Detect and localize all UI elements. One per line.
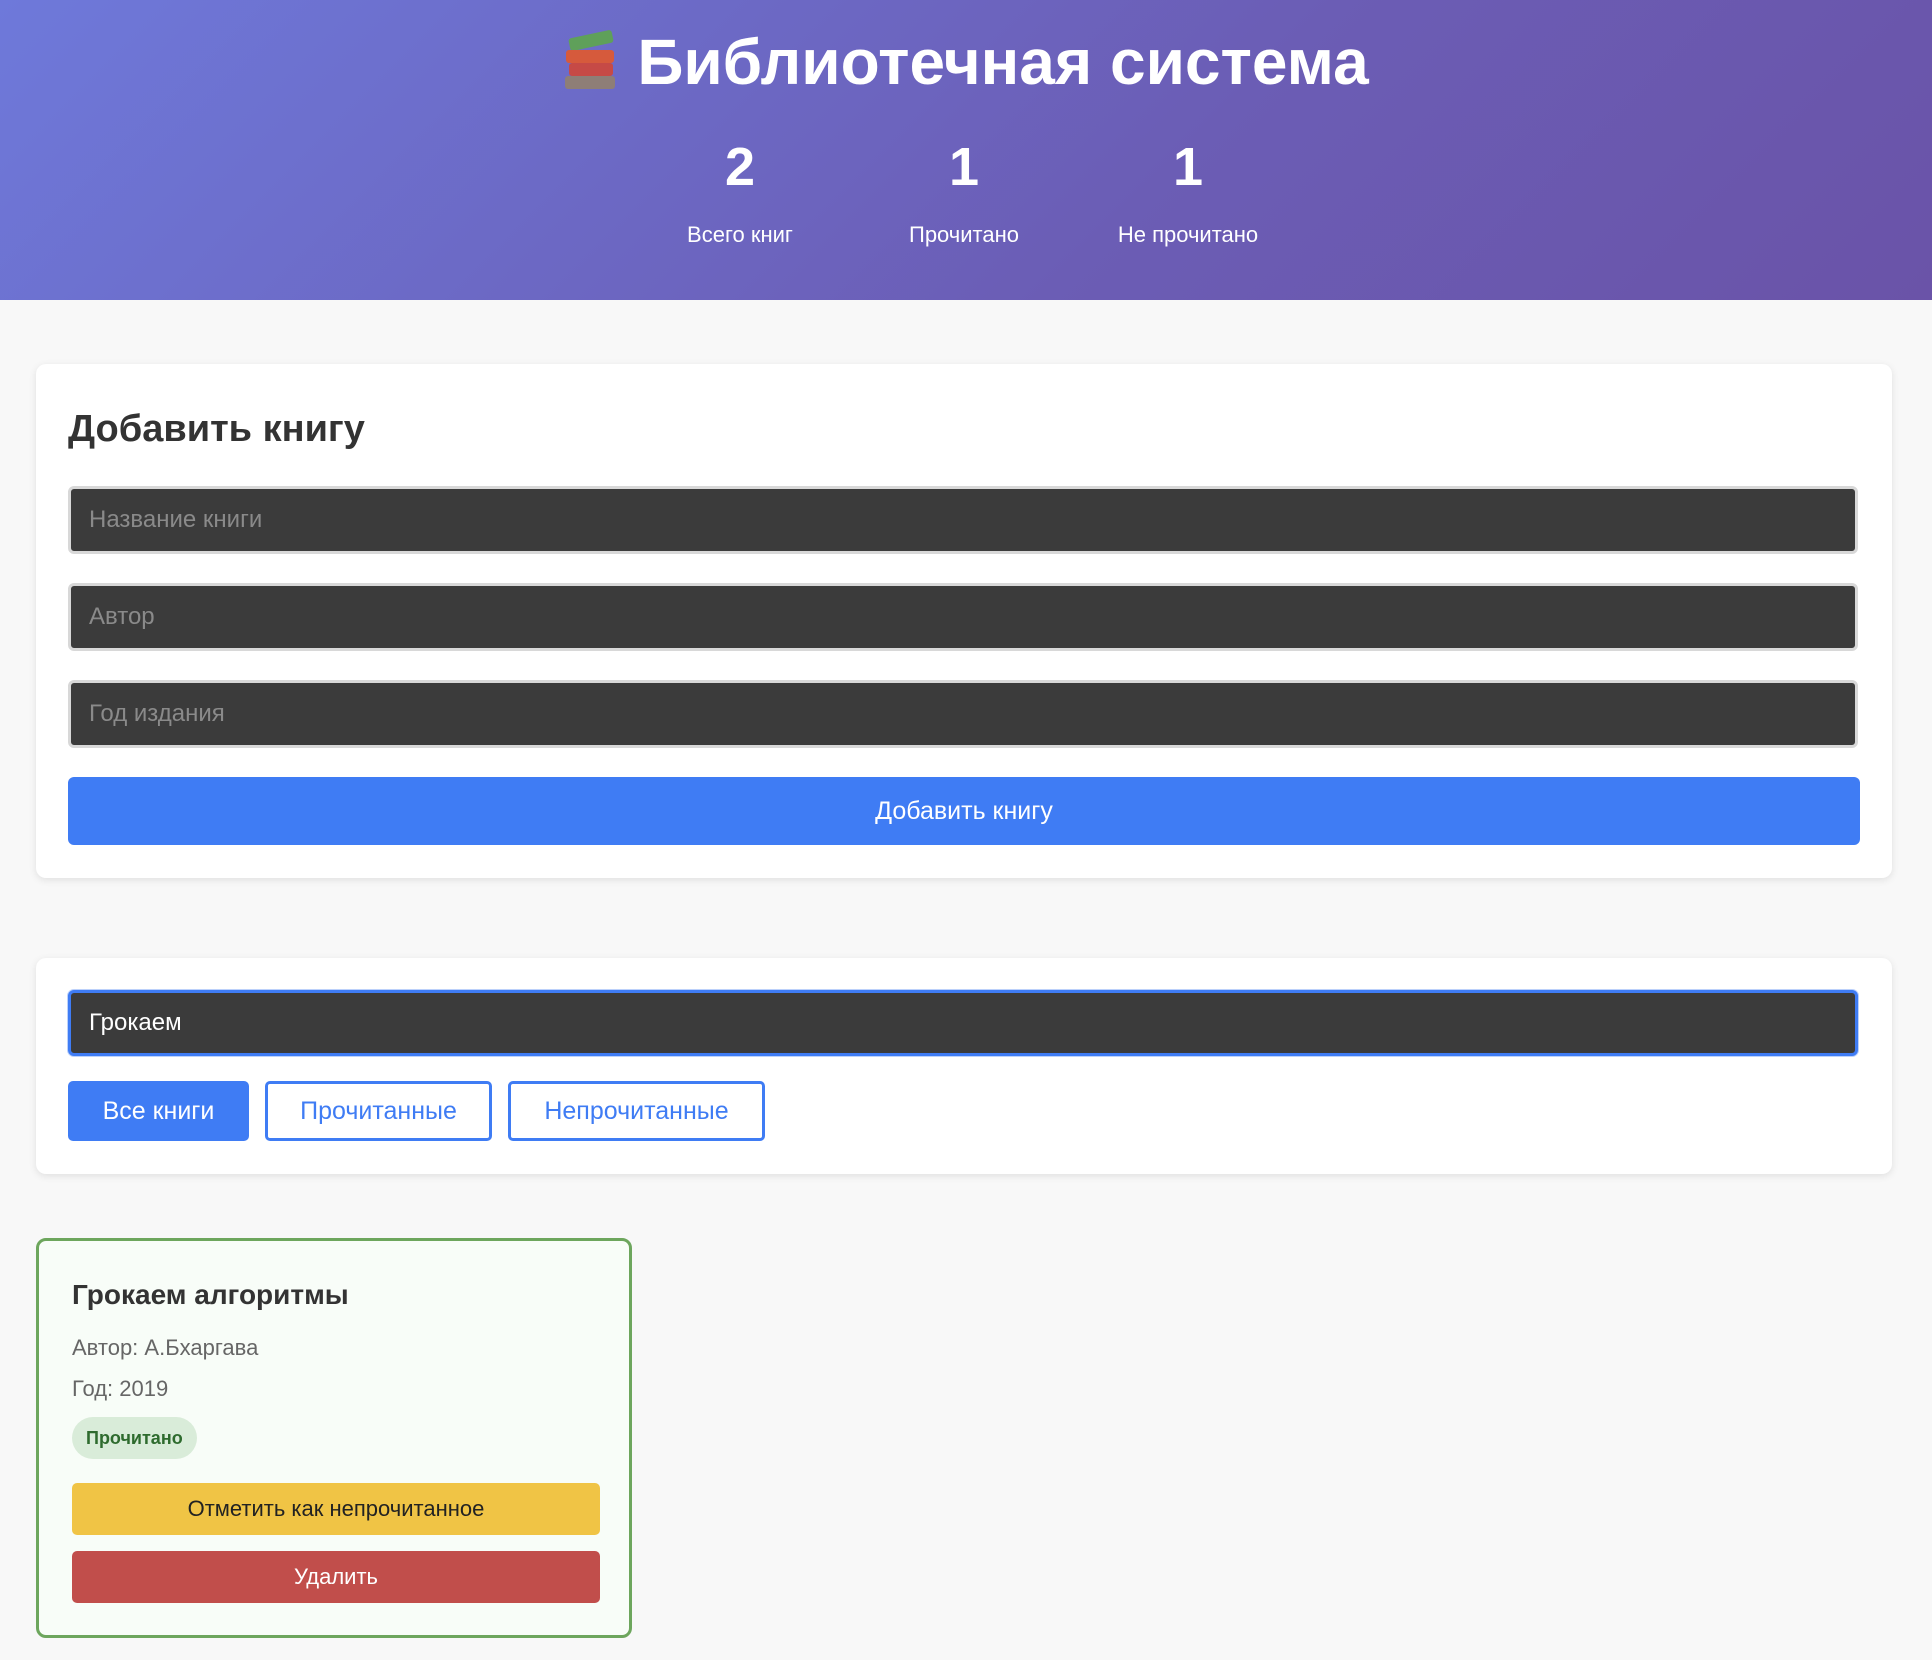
filter-unread-button[interactable]: Непрочитанные [508,1081,765,1141]
stat-label: Прочитано [909,222,1019,247]
status-badge: Прочитано [72,1417,197,1459]
page-title-text: Библиотечная система [637,26,1369,98]
stat-label: Всего книг [687,222,793,247]
book-title-input[interactable] [68,486,1858,554]
stat-label: Не прочитано [1117,222,1259,247]
app-header: Библиотечная система 2 Всего книг 1 Проч… [0,0,1932,300]
search-input[interactable] [68,990,1858,1056]
filter-all-button[interactable]: Все книги [68,1081,249,1141]
stat-unread-books: 1 Не прочитано [1088,132,1288,250]
stat-value: 1 [1172,137,1204,197]
stat-read-books: 1 Прочитано [864,132,1064,250]
book-year: Год: 2019 [72,1376,169,1401]
add-book-title: Добавить книгу [68,408,365,450]
stat-value: 2 [724,137,756,197]
filter-read-button[interactable]: Прочитанные [265,1081,492,1141]
book-year-input[interactable] [68,680,1858,748]
book-title: Грокаем алгоритмы [72,1279,349,1310]
add-book-button[interactable]: Добавить книгу [68,777,1860,845]
book-author-input[interactable] [68,583,1858,651]
book-card: Грокаем алгоритмы Автор: А.Бхаргава Год:… [36,1238,632,1638]
book-author: Автор: А.Бхаргава [72,1335,259,1360]
stat-value: 1 [948,137,980,197]
delete-book-button[interactable]: Удалить [72,1551,600,1603]
books-icon [563,29,619,89]
add-book-card: Добавить книгу Добавить книгу [36,364,1892,878]
page-title: Библиотечная система [0,22,1932,102]
stat-total-books: 2 Всего книг [640,132,840,250]
mark-unread-button[interactable]: Отметить как непрочитанное [72,1483,600,1535]
filter-card: Все книги Прочитанные Непрочитанные [36,958,1892,1174]
